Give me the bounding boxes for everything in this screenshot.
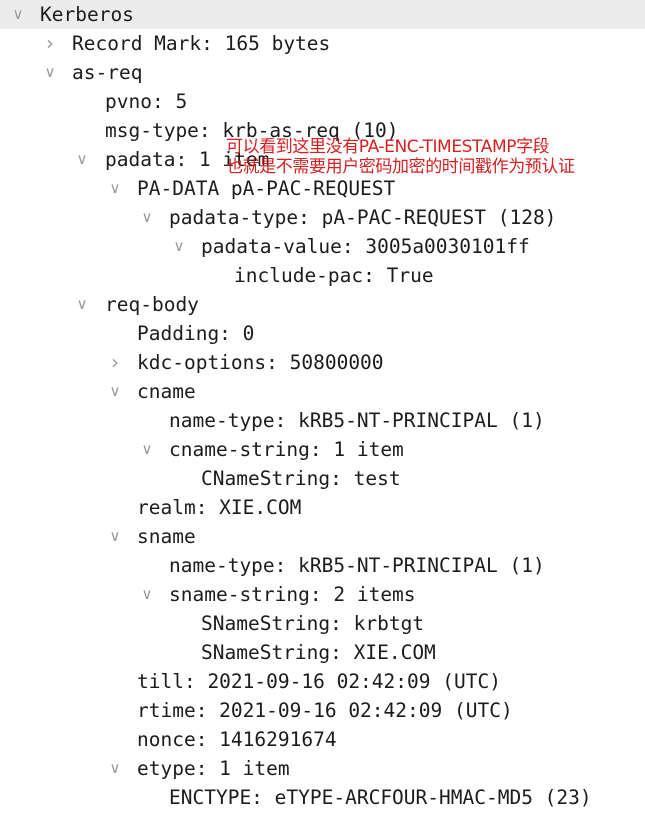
chevron-down-icon[interactable] (137, 435, 157, 464)
chevron-down-icon[interactable] (105, 174, 125, 203)
tree-row-cname-string-value[interactable]: CNameString: test (0, 464, 645, 493)
chevron-down-icon[interactable] (169, 232, 189, 261)
chevron-right-icon[interactable] (40, 29, 60, 58)
tree-row-till[interactable]: till: 2021-09-16 02:42:09 (UTC) (0, 667, 645, 696)
tree-row-sname-string[interactable]: sname-string: 2 items (0, 580, 645, 609)
tree-row-record-mark[interactable]: Record Mark: 165 bytes (0, 29, 645, 58)
tree-row-sname-string-1[interactable]: SNameString: krbtgt (0, 609, 645, 638)
tree-row-nonce[interactable]: nonce: 1416291674 (0, 725, 645, 754)
tree-label: req-body (105, 293, 199, 316)
tree-label: nonce: 1416291674 (137, 728, 337, 751)
tree-label: kdc-options: 50800000 (137, 351, 384, 374)
tree-label: padata-value: 3005a0030101ff (201, 235, 530, 258)
tree-label: as-req (72, 61, 143, 84)
tree-label: etype: 1 item (137, 757, 290, 780)
chevron-down-icon[interactable] (8, 0, 28, 29)
red-annotation-note: 可以看到这里没有PA-ENC-TIMESTAMP字段 也就是不需要用户密码加密的… (226, 137, 645, 177)
tree-row-kdc-options[interactable]: kdc-options: 50800000 (0, 348, 645, 377)
tree-row-realm[interactable]: realm: XIE.COM (0, 493, 645, 522)
chevron-down-icon[interactable] (137, 580, 157, 609)
chevron-down-icon[interactable] (40, 58, 60, 87)
chevron-down-icon[interactable] (72, 145, 92, 174)
chevron-down-icon[interactable] (72, 290, 92, 319)
tree-label: cname (137, 380, 196, 403)
tree-row-sname-name-type[interactable]: name-type: kRB5-NT-PRINCIPAL (1) (0, 551, 645, 580)
tree-row-padata-type[interactable]: padata-type: pA-PAC-REQUEST (128) (0, 203, 645, 232)
chevron-down-icon[interactable] (105, 377, 125, 406)
tree-row-etype[interactable]: etype: 1 item (0, 754, 645, 783)
tree-label: pvno: 5 (105, 90, 188, 113)
tree-label: sname-string: 2 items (169, 583, 416, 606)
tree-label: till: 2021-09-16 02:42:09 (UTC) (137, 670, 501, 693)
tree-label: include-pac: True (234, 264, 434, 287)
tree-row-padding[interactable]: Padding: 0 (0, 319, 645, 348)
tree-row-cname-string[interactable]: cname-string: 1 item (0, 435, 645, 464)
tree-label: sname (137, 525, 196, 548)
tree-row-as-req[interactable]: as-req (0, 58, 645, 87)
tree-label: name-type: kRB5-NT-PRINCIPAL (1) (169, 554, 545, 577)
tree-label: ENCTYPE: eTYPE-ARCFOUR-HMAC-MD5 (23) (169, 786, 592, 809)
tree-label: Record Mark: 165 bytes (72, 32, 331, 55)
tree-label: Kerberos (40, 3, 134, 26)
tree-row-padata-value[interactable]: padata-value: 3005a0030101ff (0, 232, 645, 261)
tree-label: cname-string: 1 item (169, 438, 404, 461)
tree-row-kerberos[interactable]: Kerberos (0, 0, 645, 29)
packet-details-tree: Kerberos Record Mark: 165 bytes as-req p… (0, 0, 645, 819)
chevron-right-icon[interactable] (105, 348, 125, 377)
tree-row-enctype[interactable]: ENCTYPE: eTYPE-ARCFOUR-HMAC-MD5 (23) (0, 783, 645, 812)
tree-row-pvno[interactable]: pvno: 5 (0, 87, 645, 116)
tree-row-req-body[interactable]: req-body (0, 290, 645, 319)
tree-row-cname[interactable]: cname (0, 377, 645, 406)
tree-label: PA-DATA pA-PAC-REQUEST (137, 177, 396, 200)
tree-label: CNameString: test (201, 467, 401, 490)
tree-row-pa-data[interactable]: PA-DATA pA-PAC-REQUEST (0, 174, 645, 203)
tree-label: name-type: kRB5-NT-PRINCIPAL (1) (169, 409, 545, 432)
tree-label: SNameString: XIE.COM (201, 641, 436, 664)
tree-row-sname[interactable]: sname (0, 522, 645, 551)
chevron-down-icon[interactable] (105, 522, 125, 551)
annotation-line-1: 可以看到这里没有PA-ENC-TIMESTAMP字段 (226, 137, 550, 157)
tree-row-rtime[interactable]: rtime: 2021-09-16 02:42:09 (UTC) (0, 696, 645, 725)
tree-row-cname-name-type[interactable]: name-type: kRB5-NT-PRINCIPAL (1) (0, 406, 645, 435)
tree-label: padata-type: pA-PAC-REQUEST (128) (169, 206, 557, 229)
tree-label: SNameString: krbtgt (201, 612, 425, 635)
chevron-down-icon[interactable] (137, 203, 157, 232)
tree-label: Padding: 0 (137, 322, 255, 345)
tree-label: realm: XIE.COM (137, 496, 302, 519)
tree-row-sname-string-2[interactable]: SNameString: XIE.COM (0, 638, 645, 667)
tree-label: rtime: 2021-09-16 02:42:09 (UTC) (137, 699, 513, 722)
annotation-line-2: 也就是不需要用户密码加密的时间戳作为预认证 (226, 157, 575, 177)
chevron-down-icon[interactable] (105, 754, 125, 783)
tree-row-include-pac[interactable]: include-pac: True (0, 261, 645, 290)
